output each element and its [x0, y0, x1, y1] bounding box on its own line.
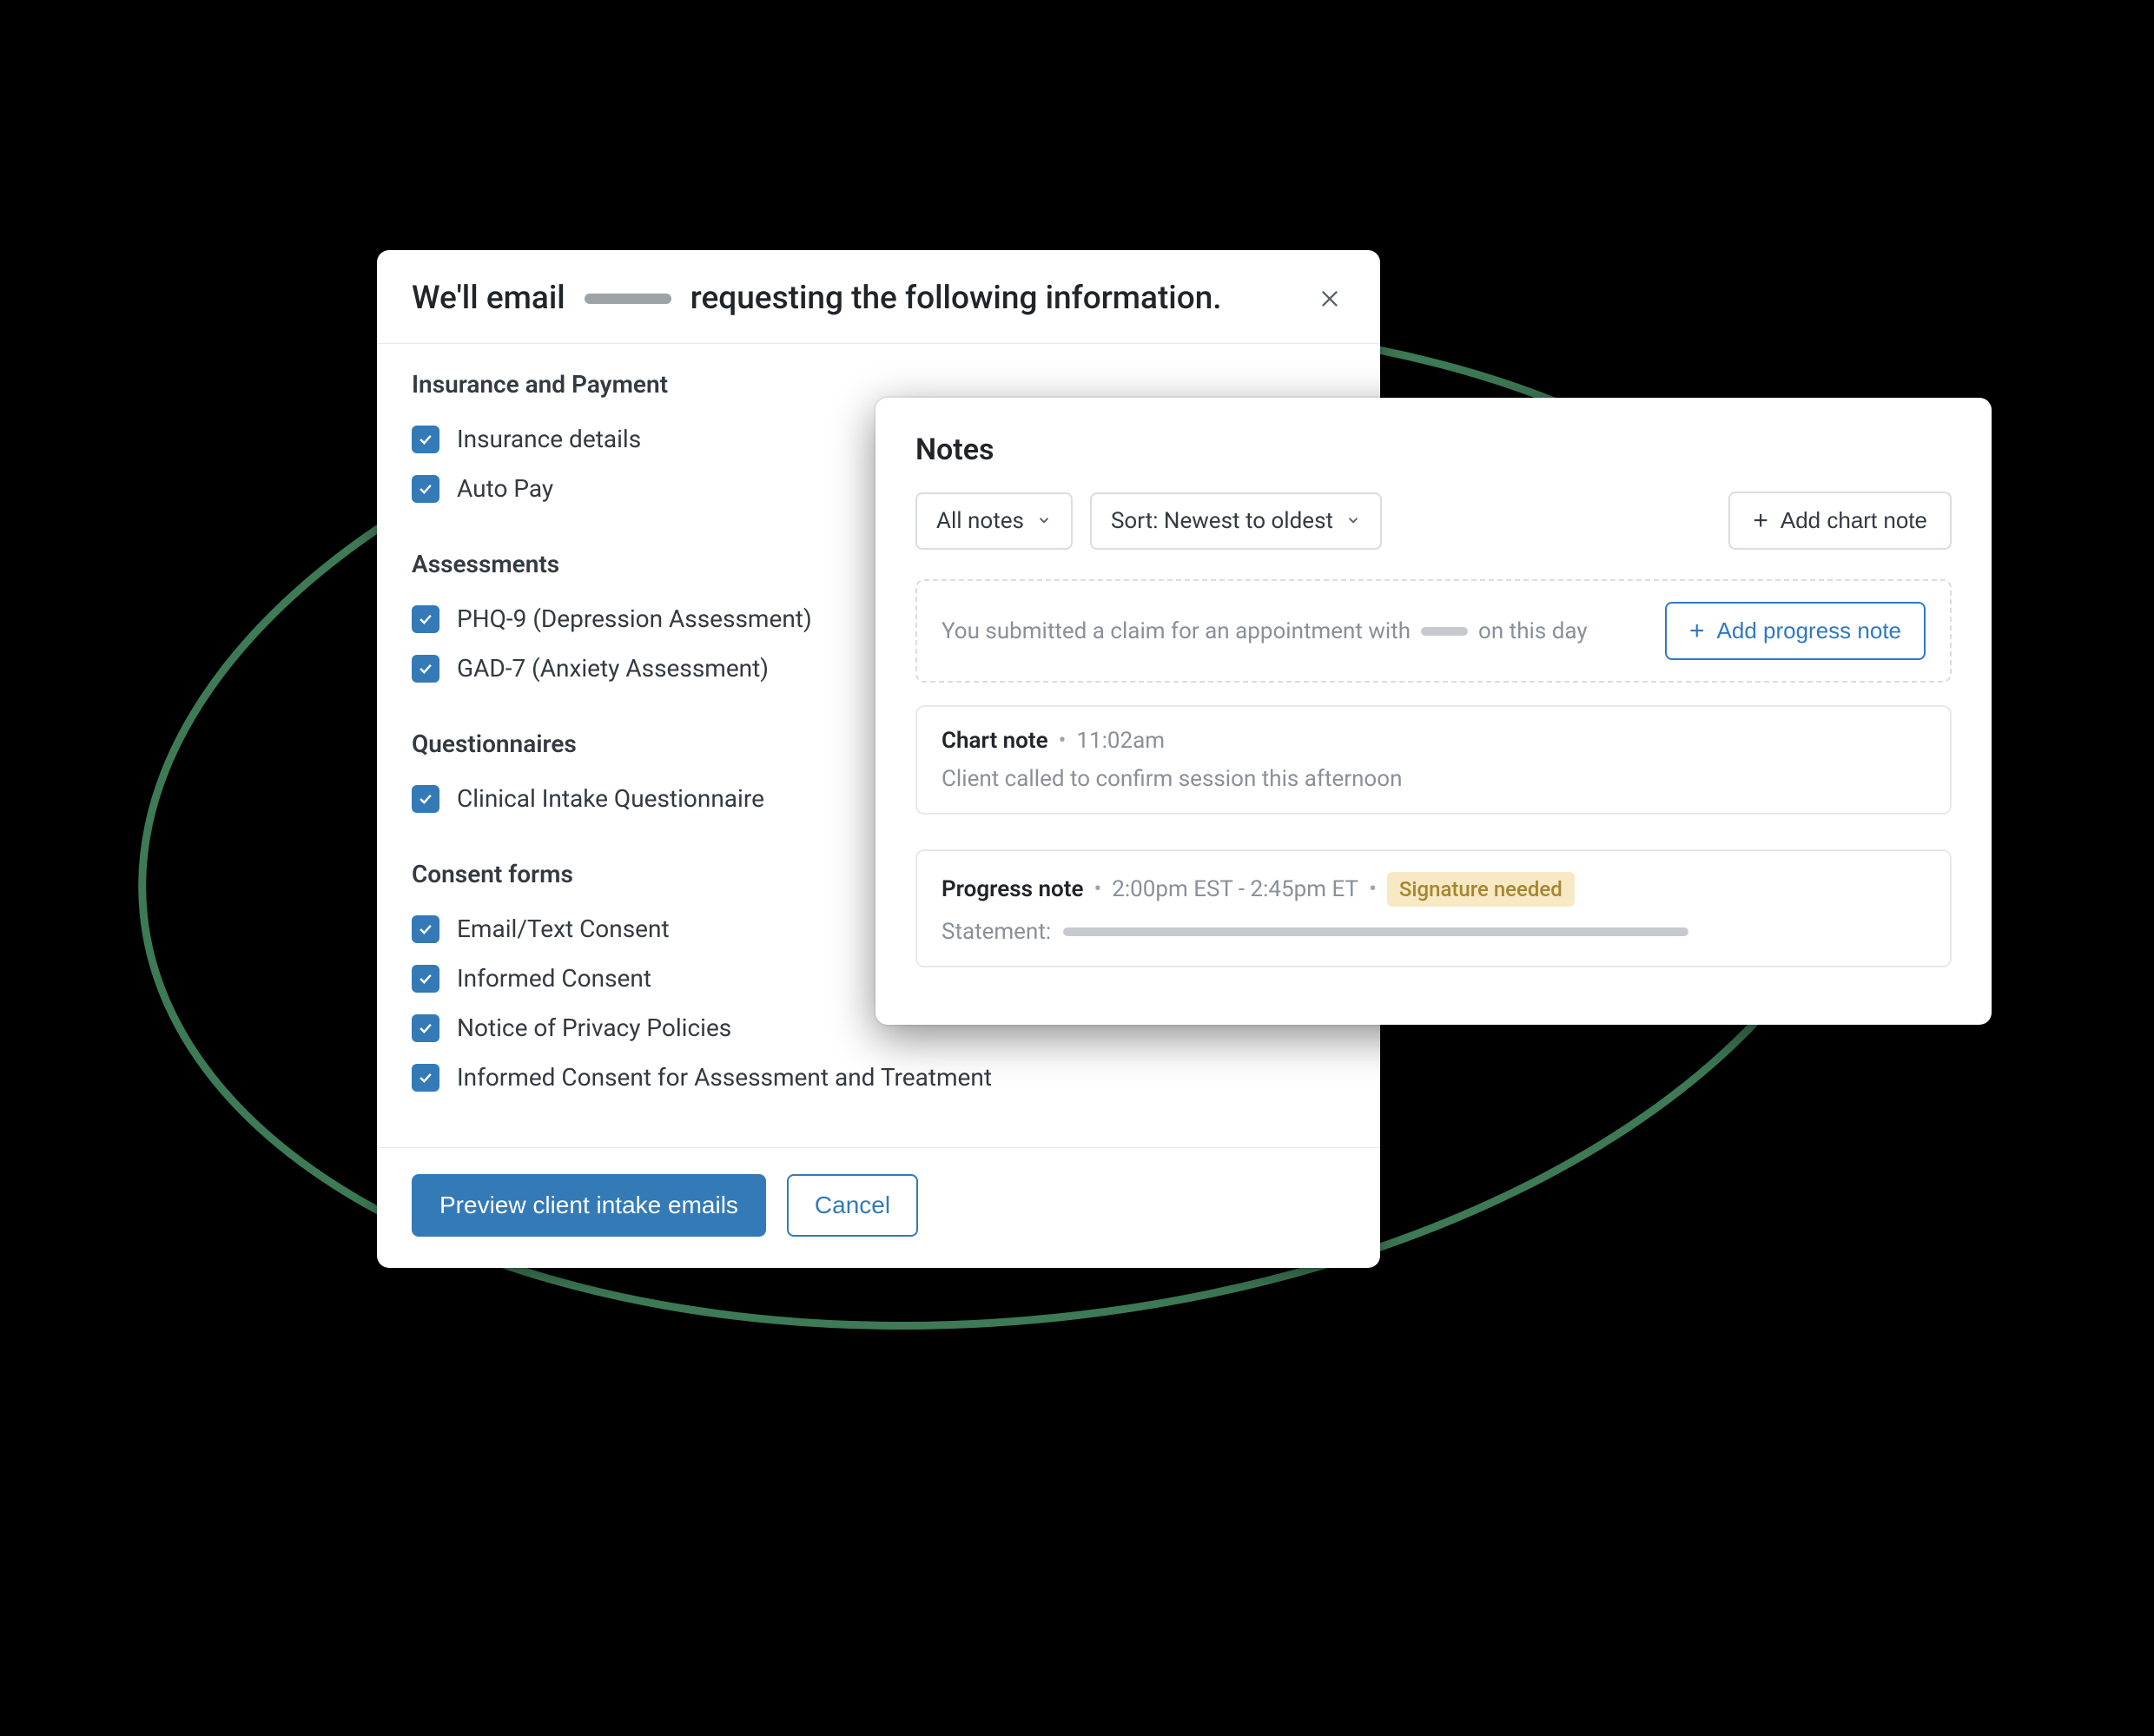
plus-icon: +: [1753, 508, 1768, 534]
checkbox-label: Notice of Privacy Policies: [457, 1013, 731, 1042]
checkbox-label: Insurance details: [457, 425, 641, 453]
notes-panel: Notes All notes Sort: Newest to oldest +…: [875, 398, 1992, 1025]
note-card-chart[interactable]: Chart note • 11:02am Client called to co…: [915, 705, 1952, 815]
note-type: Progress note: [942, 876, 1083, 902]
plus-icon: +: [1689, 618, 1705, 644]
claim-message: You submitted a claim for an appointment…: [942, 618, 1653, 644]
checkbox-label: Informed Consent for Assessment and Trea…: [457, 1063, 992, 1092]
button-label: Add progress note: [1717, 617, 1901, 644]
cancel-button[interactable]: Cancel: [787, 1174, 918, 1237]
add-chart-note-button[interactable]: + Add chart note: [1728, 492, 1952, 550]
notes-sort-dropdown[interactable]: Sort: Newest to oldest: [1090, 492, 1382, 550]
checkbox-checked-icon: [412, 426, 439, 453]
note-card-header: Chart note • 11:02am: [942, 728, 1926, 754]
redacted-name: [1421, 627, 1468, 636]
checkbox-checked-icon: [412, 655, 439, 683]
signature-needed-badge: Signature needed: [1387, 872, 1575, 907]
checkbox-checked-icon: [412, 1014, 439, 1042]
button-label: Add chart note: [1781, 507, 1927, 534]
intake-header-suffix: requesting the following information.: [690, 280, 1222, 317]
checkbox-checked-icon: [412, 915, 439, 943]
note-time: 2:00pm EST - 2:45pm ET: [1112, 876, 1358, 902]
close-icon[interactable]: [1314, 283, 1345, 314]
checkbox-checked-icon: [412, 475, 439, 503]
note-card-progress[interactable]: Progress note • 2:00pm EST - 2:45pm ET •…: [915, 849, 1952, 967]
intake-header-prefix: We'll email: [412, 280, 565, 317]
checkbox-label: PHQ-9 (Depression Assessment): [457, 604, 812, 633]
checkbox-row[interactable]: Informed Consent for Assessment and Trea…: [412, 1053, 1345, 1102]
note-time: 11:02am: [1076, 728, 1165, 754]
separator-dot: •: [1094, 876, 1101, 902]
checkbox-checked-icon: [412, 785, 439, 813]
preview-intake-button[interactable]: Preview client intake emails: [412, 1174, 766, 1237]
checkbox-label: Email/Text Consent: [457, 914, 670, 943]
claim-msg-suffix: on this day: [1478, 618, 1588, 644]
intake-header: We'll email requesting the following inf…: [377, 250, 1380, 344]
chevron-down-icon: [1036, 508, 1052, 534]
dropdown-label: All notes: [936, 508, 1024, 534]
note-body: Statement:: [942, 919, 1926, 945]
checkbox-checked-icon: [412, 605, 439, 633]
chevron-down-icon: [1345, 508, 1361, 534]
separator-dot: •: [1369, 876, 1377, 902]
note-card-header: Progress note • 2:00pm EST - 2:45pm ET •…: [942, 872, 1926, 907]
checkbox-label: GAD-7 (Anxiety Assessment): [457, 654, 769, 683]
claim-msg-prefix: You submitted a claim for an appointment…: [942, 618, 1411, 644]
checkbox-label: Clinical Intake Questionnaire: [457, 784, 764, 813]
notes-filter-dropdown[interactable]: All notes: [915, 492, 1073, 550]
note-body: Client called to confirm session this af…: [942, 766, 1926, 792]
checkbox-label: Informed Consent: [457, 964, 651, 993]
note-type: Chart note: [942, 728, 1048, 754]
redacted-name: [585, 294, 671, 304]
redacted-text: [1063, 927, 1688, 936]
separator-dot: •: [1059, 728, 1067, 754]
checkbox-label: Auto Pay: [457, 474, 553, 503]
checkbox-checked-icon: [412, 965, 439, 993]
dropdown-label: Sort: Newest to oldest: [1111, 508, 1333, 534]
checkbox-checked-icon: [412, 1064, 439, 1092]
intake-footer: Preview client intake emails Cancel: [377, 1147, 1380, 1268]
add-progress-note-button[interactable]: + Add progress note: [1665, 602, 1926, 660]
section-title: Insurance and Payment: [412, 370, 1345, 399]
notes-title: Notes: [915, 432, 1952, 467]
statement-label: Statement:: [942, 919, 1051, 945]
notes-toolbar: All notes Sort: Newest to oldest + Add c…: [915, 492, 1952, 550]
claim-info-box: You submitted a claim for an appointment…: [915, 579, 1952, 683]
